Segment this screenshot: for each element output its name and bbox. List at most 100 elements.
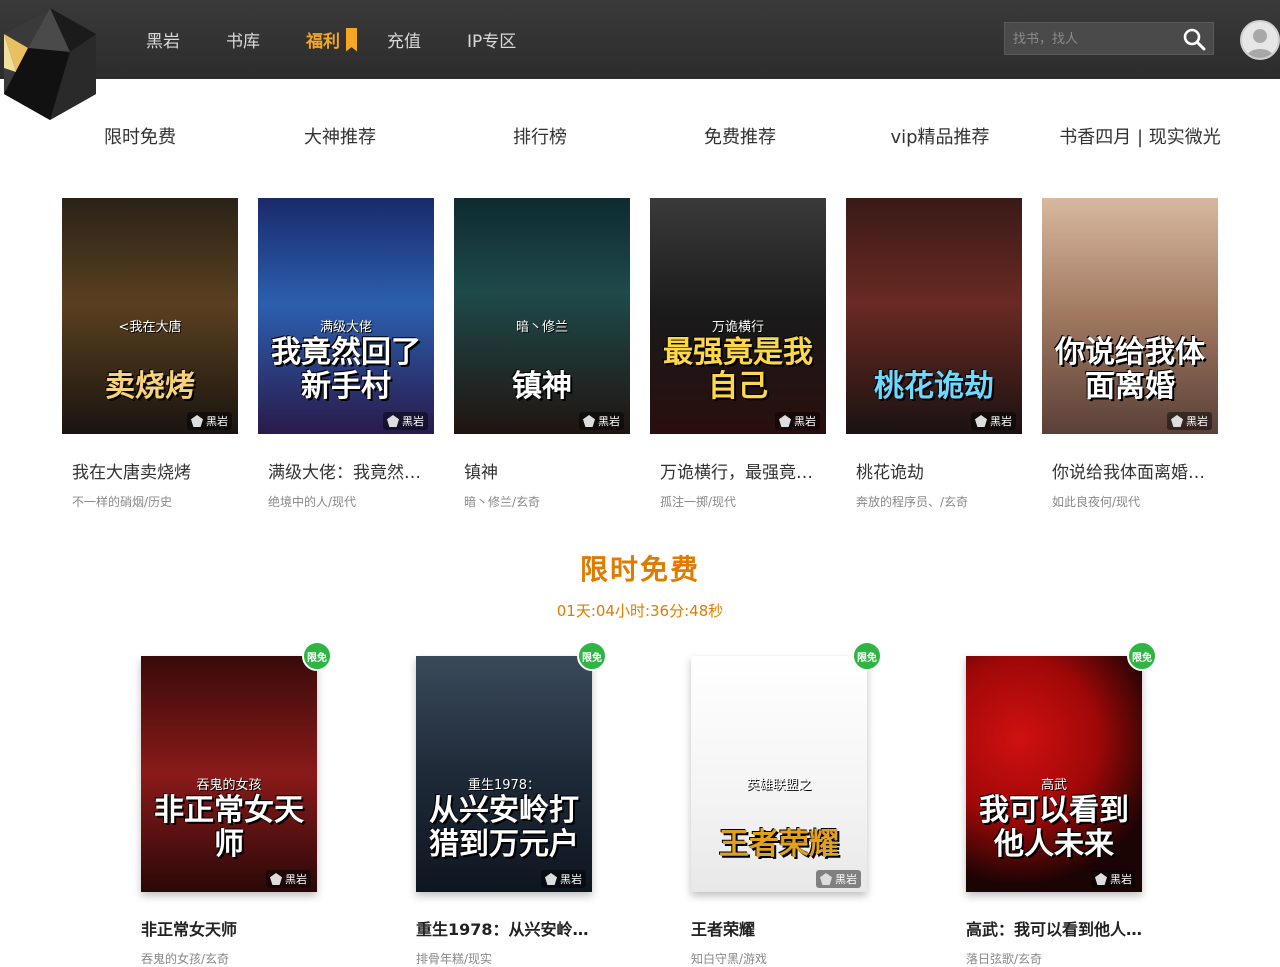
cover-subtitle: <我在大唐 [118, 320, 182, 335]
book-title[interactable]: 非正常女天师 [141, 916, 317, 940]
book-card[interactable]: 你说给我体面离婚 黑岩你说给我体面离婚… 如此良夜何/现代 [1042, 198, 1218, 510]
book-author-genre: 奔放的程序员、/玄奇 [856, 495, 969, 509]
book-author-genre: 排骨年糕/现实 [416, 952, 493, 966]
category-tab[interactable]: 限时免费 [40, 118, 240, 158]
book-cover[interactable]: 满级大佬 我竟然回了新手村 黑岩 [258, 198, 434, 434]
cover-title-art: 卖烧烤 [105, 369, 195, 404]
watermark-label: 黑岩 [285, 873, 307, 886]
publisher-watermark: 黑岩 [541, 870, 586, 888]
free-book-card[interactable]: 限免 吞鬼的女孩 非正常女天师 黑岩 非正常女天师 吞鬼的女孩/玄奇 [141, 641, 332, 967]
book-cover[interactable]: 重生1978： 从兴安岭打猎到万元户 黑岩 [416, 656, 592, 892]
heiyan-logo-icon [1095, 873, 1107, 885]
watermark-label: 黑岩 [598, 415, 620, 428]
book-card[interactable]: 万诡横行 最强竟是我自己黑岩万诡横行，最强竟… 孤注一掷/现代 [650, 198, 826, 510]
book-cover[interactable]: 你说给我体面离婚 黑岩 [1042, 198, 1218, 434]
heiyan-logo-icon [779, 415, 791, 427]
featured-book-row: <我在大唐 卖烧烤 黑岩 我在大唐卖烧烤 不一样的硝烟/历史 满级大佬 我竟然回了新手村 黑岩… [62, 198, 1238, 510]
nav-item[interactable]: IP专区 [467, 27, 516, 52]
cover-subtitle: 万诡横行 [711, 320, 764, 335]
book-cover[interactable]: 万诡横行 最强竟是我自己黑岩 [650, 198, 826, 434]
cover-subtitle: 吞鬼的女孩 [196, 778, 262, 793]
book-author-genre: 吞鬼的女孩/玄奇 [141, 952, 230, 966]
heiyan-logo-icon [820, 873, 832, 885]
nav-item[interactable]: 黑岩 [146, 27, 180, 52]
search-button[interactable] [1175, 23, 1213, 54]
free-book-card[interactable]: 限免 重生1978： 从兴安岭打猎到万元户 黑岩 重生1978：从兴安岭… 排骨年糕/现实 [416, 641, 607, 967]
heiyan-logo-icon [387, 415, 399, 427]
book-title[interactable]: 我在大唐卖烧烤 [62, 458, 238, 483]
book-card[interactable]: 桃花诡劫 黑岩 桃花诡劫 奔放的程序员、/玄奇 [846, 198, 1022, 510]
cover-title-art: 最强竟是我自己 [663, 335, 813, 404]
limited-free-badge: 限免 [852, 641, 882, 671]
book-author-genre: 绝境中的人/现代 [268, 495, 357, 509]
watermark-label: 黑岩 [206, 415, 228, 428]
category-tab[interactable]: 免费推荐 [640, 118, 840, 158]
watermark-label: 黑岩 [794, 415, 816, 428]
heiyan-logo-icon [583, 415, 595, 427]
book-card[interactable]: 暗丶修兰 镇神 黑岩 镇神 暗丶修兰/玄奇 [454, 198, 630, 510]
heiyan-logo-icon [270, 873, 282, 885]
book-cover[interactable]: 暗丶修兰镇神黑岩 [454, 198, 630, 434]
search-box [1004, 22, 1214, 55]
book-title[interactable]: 满级大佬：我竟然… [258, 458, 434, 483]
book-cover[interactable]: 吞鬼的女孩 非正常女天师黑岩 [141, 656, 317, 892]
publisher-watermark: 黑岩 [816, 870, 861, 888]
nav-item-label: 黑岩 [146, 32, 180, 52]
book-title[interactable]: 你说给我体面离婚… [1042, 458, 1218, 483]
book-author-genre: 暗丶修兰/玄奇 [464, 495, 541, 509]
nav-item[interactable]: 充值 [387, 27, 421, 52]
section-title: 限时免费 [579, 553, 700, 586]
publisher-watermark: 黑岩 [971, 412, 1016, 430]
cover-title-art: 桃花诡劫 [874, 369, 994, 404]
book-title[interactable]: 镇神 [454, 458, 630, 483]
publisher-watermark: 黑岩 [1167, 412, 1212, 430]
heiyan-logo-icon [191, 415, 203, 427]
book-author-genre: 落日弦歌/玄奇 [966, 952, 1043, 966]
free-book-card[interactable]: 限免 高武 我可以看到他人未来 黑岩 高武：我可以看到他人… 落日弦歌/玄奇 [966, 641, 1157, 967]
book-author-genre: 如此良夜何/现代 [1052, 495, 1141, 509]
main-nav: 黑岩 书库 福利 充值 IP专区 [146, 0, 562, 79]
book-author-genre: 孤注一掷/现代 [660, 495, 737, 509]
cover-subtitle: 英雄联盟之 [746, 778, 812, 793]
category-tab[interactable]: 大神推荐 [240, 118, 440, 158]
nav-item-label: 书库 [226, 32, 260, 52]
book-cover[interactable]: 英雄联盟之王者荣耀黑岩 [691, 656, 867, 892]
category-tab[interactable]: 书香四月 | 现实微光 [1040, 118, 1240, 158]
publisher-watermark: 黑岩 [266, 870, 311, 888]
book-cover[interactable]: <我在大唐卖烧烤 黑岩 [62, 198, 238, 434]
watermark-label: 黑岩 [835, 873, 857, 886]
cover-subtitle: 高武 [1040, 778, 1067, 793]
heiyan-logo-icon [1171, 415, 1183, 427]
book-card[interactable]: 满级大佬 我竟然回了新手村 黑岩满级大佬：我竟然… 绝境中的人/现代 [258, 198, 434, 510]
watermark-label: 黑岩 [990, 415, 1012, 428]
cover-title-art: 我竟然回了新手村 [271, 335, 421, 404]
free-book-card[interactable]: 限免 英雄联盟之 王者荣耀 黑岩 王者荣耀 知白守黑/游戏 [691, 641, 882, 967]
publisher-watermark: 黑岩 [775, 412, 820, 430]
book-cover[interactable]: 高武 我可以看到他人未来 黑岩 [966, 656, 1142, 892]
cover-subtitle: 暗丶修兰 [515, 320, 568, 335]
book-title[interactable]: 万诡横行，最强竟… [650, 458, 826, 483]
publisher-watermark: 黑岩 [1091, 870, 1136, 888]
publisher-watermark: 黑岩 [579, 412, 624, 430]
book-title[interactable]: 桃花诡劫 [846, 458, 1022, 483]
cover-title-art: 王者荣耀 [719, 827, 839, 862]
book-title[interactable]: 高武：我可以看到他人… [966, 916, 1142, 940]
book-title[interactable]: 重生1978：从兴安岭… [416, 916, 592, 940]
nav-item[interactable]: 书库 [226, 27, 260, 52]
user-avatar[interactable] [1240, 20, 1280, 60]
cover-title-art: 非正常女天师 [154, 793, 304, 862]
nav-item[interactable]: 福利 [306, 27, 357, 52]
book-cover[interactable]: 桃花诡劫黑岩 [846, 198, 1022, 434]
search-input[interactable] [1005, 23, 1175, 54]
category-tab[interactable]: vip精品推荐 [840, 118, 1040, 158]
category-tabs: 限时免费 大神推荐 排行榜 免费推荐 vip精品推荐 书香四月 | 现实微光 [40, 118, 1240, 158]
cover-title-art: 从兴安岭打猎到万元户 [429, 793, 579, 862]
category-tab[interactable]: 排行榜 [440, 118, 640, 158]
heiyan-logo[interactable] [0, 8, 100, 124]
book-card[interactable]: <我在大唐 卖烧烤 黑岩 我在大唐卖烧烤 不一样的硝烟/历史 [62, 198, 238, 510]
search-icon [1183, 28, 1206, 50]
free-book-row: 限免 吞鬼的女孩 非正常女天师 黑岩 非正常女天师 吞鬼的女孩/玄奇 限免 重生1978： 从兴… [141, 641, 1241, 967]
book-title[interactable]: 王者荣耀 [691, 916, 867, 940]
nav-item-label: 充值 [387, 32, 421, 52]
cover-title-art: 镇神 [512, 369, 572, 404]
